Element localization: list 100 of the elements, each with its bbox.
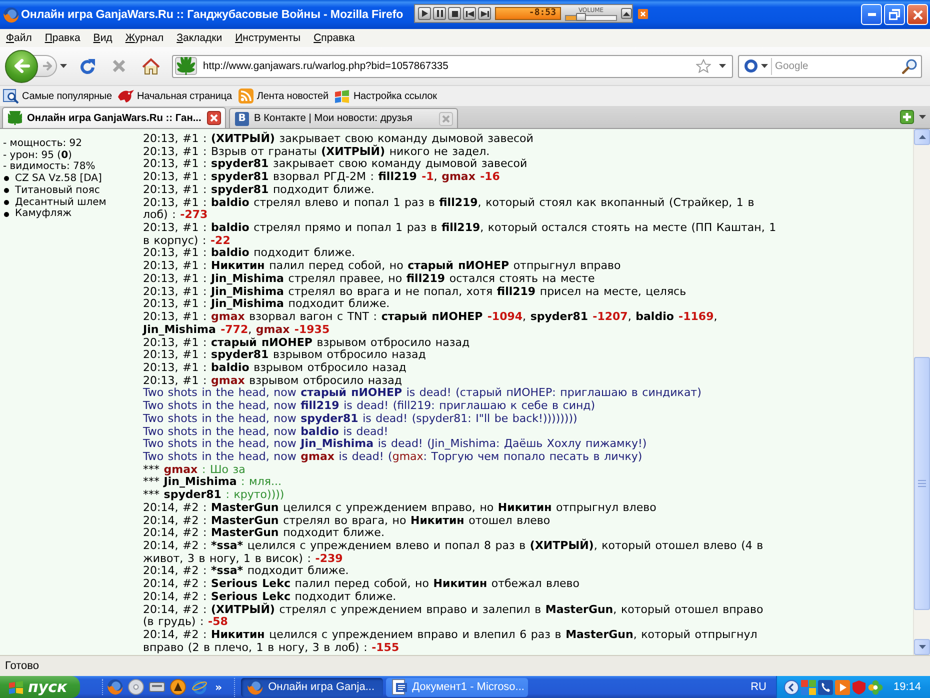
- device-icon[interactable]: [149, 682, 165, 692]
- menu-item[interactable]: Вид: [87, 30, 120, 46]
- up-arrow-icon[interactable]: [918, 135, 926, 139]
- log-entry: 20:14, #2 : Serious Lekc палил перед собой, но Никитин отбежал влево: [143, 578, 581, 591]
- address-field[interactable]: http://www.ganjawars.ru/warlog.php?bid=1057867335: [201, 58, 692, 74]
- menu-item[interactable]: Журнал: [119, 30, 171, 46]
- bookmark-item[interactable]: Начальная страница: [118, 88, 232, 104]
- flower-icon[interactable]: [868, 680, 884, 694]
- search-bar[interactable]: Google: [738, 54, 922, 78]
- feed-icon: [238, 88, 254, 104]
- equipment-item: Камуфляж: [15, 208, 72, 220]
- log-entry: 20:14, #2 : (ХИТРЫЙ) стрелял с упреждением вправо и залепил в MasterGun, который отошел вправо (в грудь) : -58: [143, 604, 764, 630]
- up-button[interactable]: [621, 8, 632, 19]
- back-arrow-icon[interactable]: [14, 59, 30, 73]
- minimize-icon[interactable]: [868, 13, 876, 16]
- tab[interactable]: B В Контакте | Мои новости: друзья: [229, 108, 458, 128]
- browser-icon: [3, 6, 19, 22]
- caret-icon[interactable]: [60, 64, 66, 68]
- stop-button[interactable]: [448, 7, 461, 20]
- log-entry: 20:13, #1 : Jin_Mishima стрелял правее, но fill219 остался стоять на месте: [143, 272, 596, 286]
- stop-icon[interactable]: [452, 10, 458, 16]
- close-button[interactable]: [907, 4, 928, 25]
- log-entry: 20:13, #1 : старый пИОНЕР взрывом отбросило назад: [143, 336, 471, 350]
- log-entry: 20:13, #1 : spyder81 закрывает свою команду дымовой завесой: [143, 158, 528, 172]
- back-button[interactable]: [5, 50, 38, 82]
- tab[interactable]: Онлайн игра GanjaWars.Ru :: Ган...: [2, 107, 226, 128]
- close-icon[interactable]: [207, 111, 221, 125]
- log-entry: 20:13, #1 : baldio взрывом отбросило назад: [143, 362, 408, 375]
- grip-icon: [918, 480, 926, 487]
- more-button[interactable]: »: [213, 680, 226, 694]
- log-entry: *** Jin_Mishima : мля...: [143, 476, 282, 490]
- play-icon[interactable]: [422, 10, 428, 17]
- down-arrow-icon[interactable]: [918, 645, 926, 649]
- flag-icon: [334, 88, 350, 104]
- menu-item[interactable]: Файл: [0, 30, 39, 46]
- caret-icon[interactable]: [719, 64, 726, 68]
- taskbar-button[interactable]: Онлайн игра Ganja...: [241, 678, 384, 696]
- next-icon[interactable]: [480, 10, 488, 16]
- log-entry: 20:13, #1 : baldio подходит ближе.: [143, 247, 356, 260]
- clock: 19:14: [893, 681, 921, 693]
- ring-icon[interactable]: [744, 59, 758, 73]
- pause-button[interactable]: [433, 7, 446, 20]
- bookmark-item[interactable]: Лента новостей: [238, 87, 328, 105]
- scrollbar-thumb[interactable]: [914, 357, 930, 610]
- scroll-down-button[interactable]: [914, 639, 930, 655]
- log-entry: Two shots in the head, now fill219 is dead! (fill219: приглашаю к себе в синд): [143, 400, 596, 413]
- orbit-icon[interactable]: [191, 679, 208, 695]
- start-button[interactable]: пуск: [0, 676, 80, 698]
- stat-line: - видимость: 78%: [3, 161, 96, 173]
- handset-icon[interactable]: [818, 680, 834, 694]
- bookmark-item[interactable]: Настройка ссылок: [334, 88, 437, 104]
- menu-item[interactable]: Инструменты: [229, 30, 308, 46]
- scroll-up-button[interactable]: [914, 129, 930, 145]
- leaf-icon[interactable]: [175, 57, 197, 75]
- scrollbar[interactable]: [913, 129, 930, 655]
- bullet-icon: [4, 212, 9, 217]
- chevron-circle-icon[interactable]: [784, 680, 800, 694]
- site-logo: B: [235, 112, 249, 126]
- new-tab-icon[interactable]: [900, 110, 914, 124]
- address-bar[interactable]: http://www.ganjawars.ru/warlog.php?bid=1057867335: [172, 54, 733, 78]
- pause-icon[interactable]: [436, 10, 442, 17]
- log-entry: 20:13, #1 : Взрыв от гранаты (ХИТРЫЙ) никого не задел.: [143, 146, 491, 158]
- close-icon[interactable]: [638, 8, 648, 18]
- menu-item[interactable]: Закладки: [170, 30, 230, 46]
- reload-icon[interactable]: [78, 58, 96, 74]
- language-indicator[interactable]: RU: [746, 681, 776, 693]
- volume-slider[interactable]: [565, 14, 617, 20]
- menu-item[interactable]: Справка: [308, 30, 362, 46]
- home-icon[interactable]: [142, 58, 160, 74]
- previous-icon[interactable]: [466, 10, 474, 16]
- browser-icon: [247, 679, 264, 695]
- previous-button[interactable]: [463, 7, 476, 20]
- log-entry: 20:14, #2 : MasterGun стрелял во врага, но Никитин отошел влево: [143, 514, 552, 528]
- bullet-icon: [4, 200, 9, 205]
- restore-button[interactable]: [884, 4, 905, 25]
- disc-icon[interactable]: [128, 679, 144, 695]
- search-field[interactable]: Google: [771, 58, 899, 74]
- play-button[interactable]: [418, 7, 431, 20]
- time-display: -8:53: [495, 7, 561, 20]
- log-entry: 20:13, #1 : Никитин палил перед собой, но старый пИОНЕР отпрыгнул вправо: [143, 260, 622, 273]
- next-button[interactable]: [478, 7, 491, 20]
- log-entry: 20:14, #2 : MasterGun подходит ближе.: [143, 527, 384, 540]
- log-entry: Two shots in the head, now spyder81 is dead! (spyder81: I"ll be back!)))))))): [143, 412, 578, 426]
- minimize-button[interactable]: [861, 4, 882, 25]
- up-arrow-icon[interactable]: [623, 12, 630, 16]
- taskbar-button[interactable]: Документ1 - Microso...: [386, 678, 528, 696]
- equipment-item: Титановый пояс: [15, 184, 100, 197]
- browser-icon[interactable]: [107, 679, 123, 695]
- log-entry: 20:13, #1 : baldio стрелял прямо и попал 1 раз в fill219, который остался стоять на месте (ПП Каштан, 1 в корпус) : -22: [143, 222, 777, 248]
- search-icon[interactable]: [902, 58, 917, 74]
- bookmark-item[interactable]: Самые популярные: [3, 87, 112, 105]
- volume-thumb[interactable]: [576, 12, 586, 20]
- menu-item[interactable]: Правка: [38, 30, 88, 46]
- flag-icon: [8, 680, 24, 694]
- star-icon[interactable]: [696, 59, 711, 73]
- caret-icon[interactable]: [919, 115, 926, 119]
- stat-line: - урон: 95 (0): [3, 150, 73, 162]
- caret-icon[interactable]: [761, 64, 768, 68]
- stat-line: - мощность: 92: [3, 138, 84, 150]
- restore-icon[interactable]: [889, 9, 900, 20]
